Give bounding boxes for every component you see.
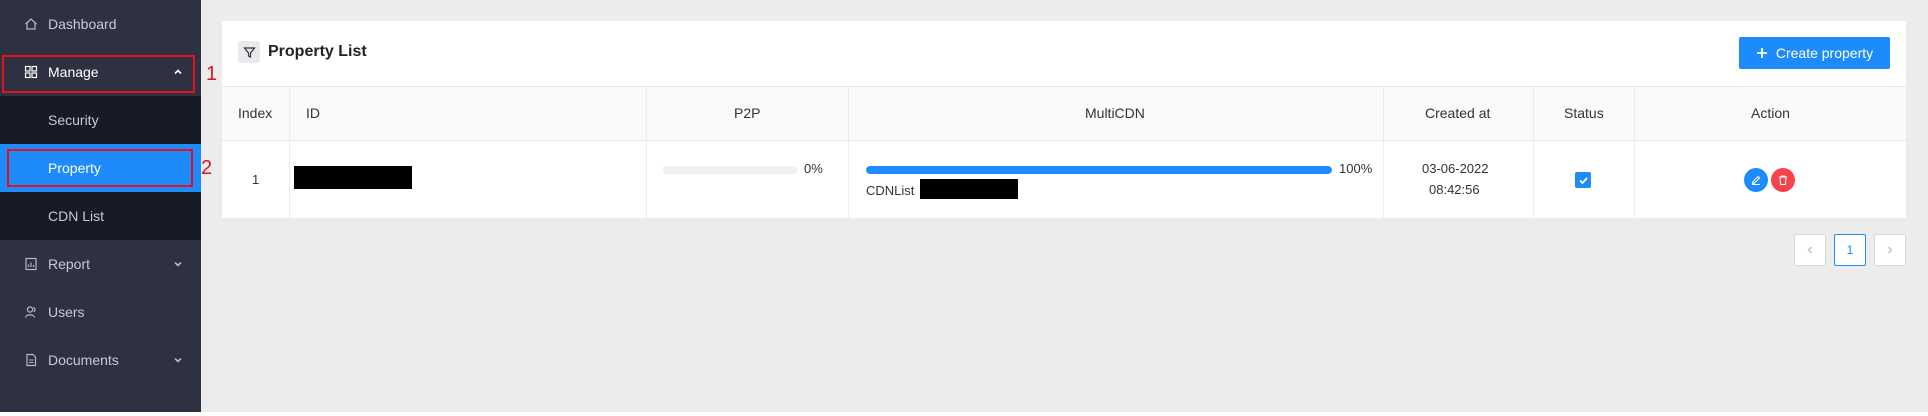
table-header: Index ID P2P MultiCDN Created at Status … bbox=[222, 86, 1906, 141]
cdn-list-prefix: CDNList bbox=[866, 183, 915, 198]
p2p-percent: 0% bbox=[804, 161, 823, 176]
sidebar-item-cdn-list[interactable]: CDN List bbox=[0, 192, 201, 240]
sidebar: Dashboard Manage Security Property CDN L… bbox=[0, 0, 201, 412]
column-header-created-at: Created at bbox=[1425, 105, 1491, 121]
page-1-button[interactable]: 1 bbox=[1834, 234, 1866, 266]
created-time: 08:42:56 bbox=[1429, 182, 1480, 197]
redacted-cdn-list bbox=[920, 179, 1018, 199]
sidebar-item-property[interactable]: Property bbox=[0, 144, 201, 192]
sidebar-item-manage[interactable]: Manage bbox=[0, 48, 201, 96]
column-header-id: ID bbox=[306, 105, 320, 121]
create-property-label: Create property bbox=[1775, 45, 1874, 61]
column-header-status: Status bbox=[1564, 105, 1604, 121]
grid-icon bbox=[24, 65, 38, 79]
check-icon bbox=[1578, 176, 1588, 184]
sidebar-item-label: Manage bbox=[48, 64, 99, 80]
page-number: 1 bbox=[1846, 243, 1854, 257]
annotation-number: 2 bbox=[201, 157, 213, 179]
delete-button[interactable] bbox=[1771, 168, 1795, 192]
bottom-strip bbox=[0, 412, 1928, 416]
manage-submenu: Security Property CDN List bbox=[0, 96, 201, 240]
page-title: Property List bbox=[268, 43, 367, 60]
column-header-multicdn: MultiCDN bbox=[1085, 105, 1145, 121]
multicdn-percent: 100% bbox=[1339, 161, 1373, 176]
created-date: 03-06-2022 bbox=[1422, 161, 1489, 176]
multicdn-progress-fill bbox=[866, 166, 1332, 174]
table-row: 1 0% 100% CDNList 03-06-2022 08:42:56 bbox=[222, 141, 1906, 218]
p2p-progress-bar bbox=[663, 166, 797, 174]
create-property-button[interactable]: Create property bbox=[1739, 37, 1890, 69]
prev-page-button[interactable] bbox=[1794, 234, 1826, 266]
chevron-down-icon bbox=[174, 357, 182, 363]
filter-icon[interactable] bbox=[238, 41, 260, 63]
column-header-p2p: P2P bbox=[734, 105, 761, 121]
document-icon bbox=[26, 353, 37, 367]
sidebar-item-label: Security bbox=[48, 112, 99, 128]
sidebar-item-security[interactable]: Security bbox=[0, 96, 201, 144]
status-checkbox[interactable] bbox=[1575, 172, 1591, 188]
next-page-button[interactable] bbox=[1874, 234, 1906, 266]
property-list-card: Property List Create property Index ID P… bbox=[222, 21, 1906, 218]
sidebar-item-dashboard[interactable]: Dashboard bbox=[0, 0, 201, 48]
chevron-up-icon bbox=[174, 69, 182, 75]
edit-icon bbox=[1751, 175, 1761, 186]
sidebar-item-users[interactable]: Users bbox=[0, 288, 201, 336]
users-icon bbox=[24, 306, 36, 318]
chevron-left-icon bbox=[1807, 246, 1812, 254]
column-header-index: Index bbox=[238, 105, 273, 121]
chevron-down-icon bbox=[174, 261, 182, 267]
report-icon bbox=[25, 257, 37, 271]
sidebar-item-label: Report bbox=[48, 256, 91, 272]
sidebar-item-label: CDN List bbox=[48, 208, 105, 224]
redacted-id bbox=[294, 166, 412, 189]
sidebar-item-label: Documents bbox=[48, 352, 119, 368]
sidebar-item-label: Users bbox=[48, 304, 85, 320]
column-header-action: Action bbox=[1751, 105, 1790, 121]
plus-icon bbox=[1756, 48, 1767, 58]
sidebar-item-documents[interactable]: Documents bbox=[0, 336, 201, 384]
sidebar-item-label: Property bbox=[48, 160, 101, 176]
chevron-right-icon bbox=[1888, 246, 1893, 254]
multicdn-progress-bar bbox=[866, 166, 1332, 174]
trash-icon bbox=[1779, 175, 1787, 186]
sidebar-item-label: Dashboard bbox=[48, 16, 117, 32]
row-index: 1 bbox=[252, 172, 260, 187]
annotation-number: 1 bbox=[206, 63, 218, 85]
home-icon bbox=[25, 18, 37, 30]
sidebar-item-report[interactable]: Report bbox=[0, 240, 201, 288]
edit-button[interactable] bbox=[1744, 168, 1768, 192]
